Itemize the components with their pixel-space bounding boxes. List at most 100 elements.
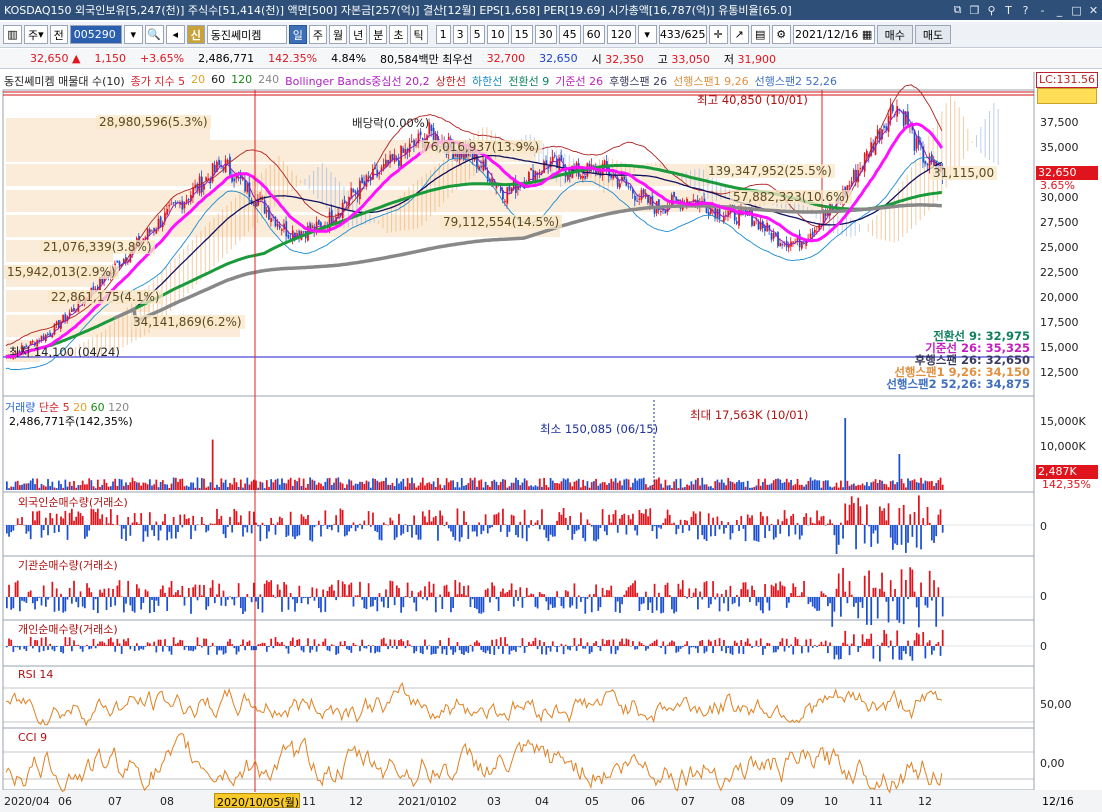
x-tick: 11 [869,795,883,808]
foreign-netbuy-bar [261,522,264,525]
foreign-netbuy-bar [404,524,407,525]
individual-netbuy-bar [783,646,786,652]
foreign-netbuy-bar [907,525,909,543]
legend-item[interactable]: 60 [211,73,225,89]
foreign-netbuy-bar [324,510,327,525]
candle-body [205,177,208,181]
foreign-netbuy-bar [185,518,188,525]
foreign-netbuy-bar [450,525,452,532]
individual-netbuy-bar [385,643,387,646]
volume-bar [216,484,218,490]
foreign-netbuy-bar [543,525,545,530]
volume-profile-label: 79,112,554(14.5%) [440,215,563,229]
volume-bar [898,454,901,490]
foreign-netbuy-bar [374,525,377,531]
individual-netbuy-bar [863,642,866,646]
individual-netbuy-bar [608,639,610,646]
volume-bar [389,484,392,490]
foreign-netbuy-bar [322,525,325,526]
legend-item[interactable]: 하한선 [472,73,502,89]
x-tick: 08 [160,795,174,808]
individual-netbuy-bar [684,644,686,646]
individual-netbuy-bar [391,646,394,649]
volume-bar [467,483,470,490]
individual-netbuy-bar [346,646,348,650]
volume-bar [519,485,522,490]
institution-netbuy-bar [614,597,617,612]
foreign-netbuy-bar [140,513,143,525]
foreign-netbuy-bar [302,516,305,525]
individual-netbuy-bar [710,641,712,646]
volume-bar [10,486,13,490]
individual-netbuy-bar [727,646,730,648]
legend-item[interactable]: 후행스팬 26 [609,73,667,89]
volume-bar [879,479,881,490]
legend-item[interactable]: 선행스팬1 9,26 [673,73,748,89]
foreign-netbuy-bar [790,516,792,525]
volume-bar [876,483,879,490]
institution-netbuy-bar [835,588,838,597]
candle-body [73,307,75,312]
legend-item[interactable]: 120 [231,73,252,89]
individual-netbuy-bar [49,643,52,646]
institution-netbuy-bar [601,587,604,597]
institution-netbuy-bar [439,594,441,597]
volume-bar [229,482,231,490]
foreign-netbuy-bar [681,525,684,533]
individual-netbuy-bar [122,639,125,646]
institution-netbuy-bar [252,582,255,597]
foreign-netbuy-bar [320,525,322,537]
volume-profile-label: 31,115,00 [930,166,998,180]
volume-bar [870,482,873,490]
institution-netbuy-bar [608,590,610,597]
institution-netbuy-bar [723,597,725,604]
institution-netbuy-bar [441,597,444,610]
individual-netbuy-bar [716,645,719,646]
institution-netbuy-bar [515,589,517,597]
legend-item[interactable]: 20 [191,73,205,89]
volume-bar [931,480,933,490]
volume-bar [447,482,450,490]
foreign-netbuy-bar [528,525,530,528]
legend-item[interactable]: 종가 지수 5 [131,73,185,89]
institution-netbuy-bar [224,597,227,607]
legend-item[interactable]: Bollinger Bands중심선 20,2 [285,73,430,89]
individual-netbuy-bar [486,646,489,651]
legend-item[interactable]: 기준선 26 [555,73,603,89]
institution-netbuy-bar [844,591,847,597]
foreign-netbuy-bar [857,497,860,525]
volume-bar [857,484,860,490]
volume-bar [393,486,396,490]
candle-body [506,187,509,204]
legend-item[interactable]: 상한선 [436,73,466,89]
candle-body [281,229,283,231]
institution-netbuy-bar [120,596,123,597]
legend-item[interactable]: 동진쎄미켐 매물대 수(10) [4,73,125,89]
legend-item[interactable]: 240 [258,73,279,89]
foreign-netbuy-bar [272,523,275,525]
volume-bar [192,482,195,490]
volume-bar [827,480,829,490]
institution-netbuy-bar [681,580,684,597]
institution-netbuy-bar [523,597,526,598]
institution-netbuy-bar [504,593,506,597]
individual-netbuy-bar [820,641,823,646]
individual-netbuy-bar [8,638,10,646]
foreign-netbuy-bar [83,525,86,539]
individual-netbuy-bar [792,646,795,655]
institution-netbuy-bar [90,592,93,597]
legend-item[interactable]: 전환선 9 [508,73,549,89]
foreign-netbuy-bar [90,508,93,525]
individual-netbuy-bar [671,640,673,646]
foreign-netbuy-bar [166,525,169,541]
institution-netbuy-bar [590,597,593,613]
legend-item[interactable]: 선행스팬2 52,26 [755,73,837,89]
individual-netbuy-bar [187,646,190,651]
institution-netbuy-bar [411,590,413,597]
foreign-netbuy-bar [694,513,697,525]
individual-netbuy-bar [924,646,927,659]
volume-bar [577,478,580,490]
foreign-netbuy-bar [25,525,28,534]
institution-netbuy-bar [465,595,467,597]
institution-netbuy-bar [350,582,353,597]
